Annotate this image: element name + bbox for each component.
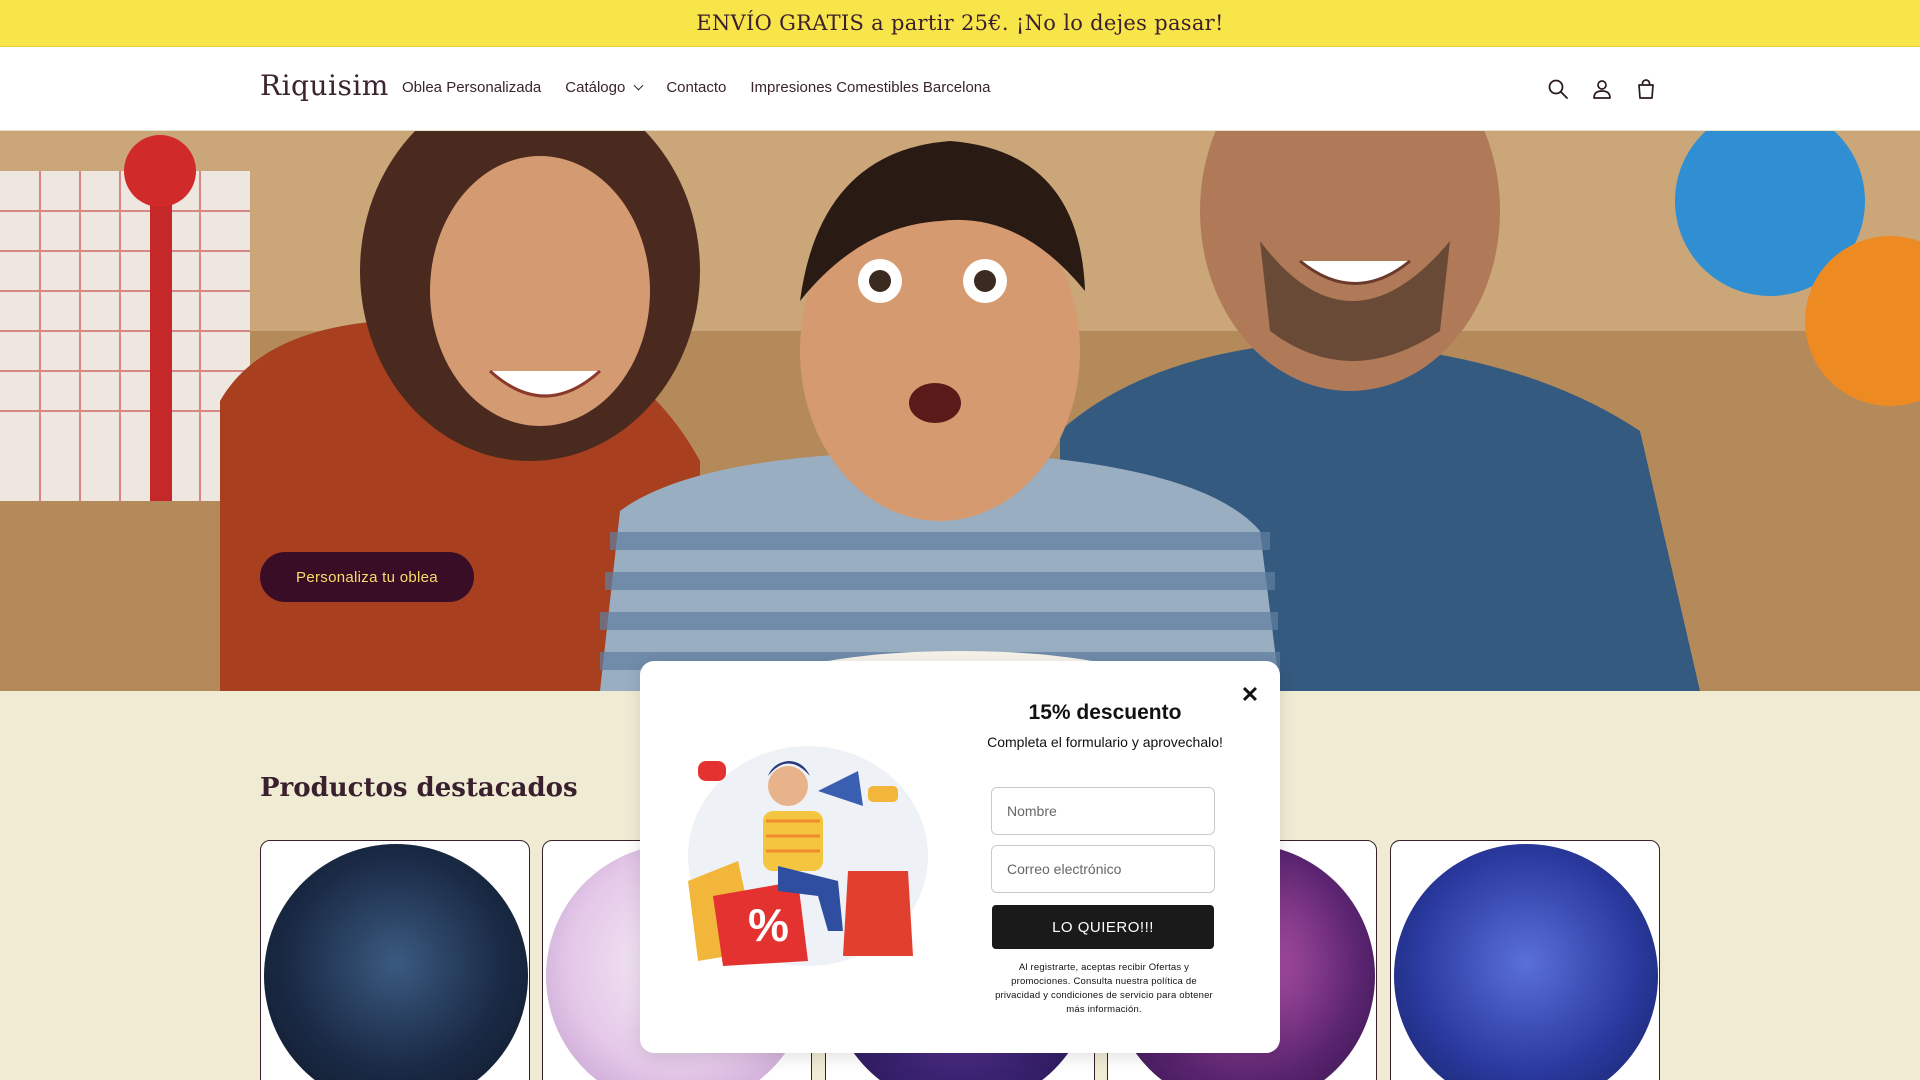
popup-title: 15% descuento [1028,701,1182,724]
email-field[interactable] [991,845,1215,893]
product-image [1394,844,1658,1080]
legal-text: Al registrarte, aceptas recibir Ofertas … [995,962,1213,1015]
nav-catalogo[interactable]: Catálogo [565,79,644,96]
nav-oblea-personalizada[interactable]: Oblea Personalizada [402,79,541,96]
product-card[interactable] [260,840,530,1080]
announcement-bar: ENVÍO GRATIS a partir 25€. ¡No lo dejes … [0,0,1920,47]
product-image [264,844,528,1080]
nav-label: Contacto [666,79,727,96]
nav-label: Oblea Personalizada [402,79,542,96]
nav-contacto[interactable]: Contacto [666,79,726,96]
svg-text:%: % [748,899,789,951]
nav-label: Impresiones Comestibles Barcelona [750,79,991,96]
popup-subtitle: Completa el formulario y aprovechalo! [987,734,1223,750]
nav-label: Catálogo [565,79,626,96]
main-nav: Oblea Personalizada Catálogo Contacto Im… [402,79,1014,96]
announcement-text: ENVÍO GRATIS a partir 25€. ¡No lo dejes … [696,11,1224,35]
discount-popup: ✕ % 15% descuento Completa el formulario… [640,661,1280,1053]
site-header: Riquisim Oblea Personalizada Catálogo Co… [0,47,1920,131]
search-icon[interactable] [1546,77,1570,101]
header-icons [1546,77,1658,101]
chevron-down-icon [633,80,644,91]
hero-banner: Personaliza tu oblea [0,131,1920,691]
site-logo[interactable]: Riquisim [260,69,389,102]
shopping-illustration: % [688,746,928,966]
account-icon[interactable] [1590,77,1614,101]
featured-title: Productos destacados [260,773,578,803]
nav-impresiones[interactable]: Impresiones Comestibles Barcelona [750,79,990,96]
cart-icon[interactable] [1634,77,1658,101]
product-card[interactable] [1390,840,1660,1080]
name-field[interactable] [991,787,1215,835]
submit-button[interactable]: LO QUIERO!!! [992,905,1214,949]
personaliza-button[interactable]: Personaliza tu oblea [260,552,474,602]
hero-image [0,131,1920,691]
